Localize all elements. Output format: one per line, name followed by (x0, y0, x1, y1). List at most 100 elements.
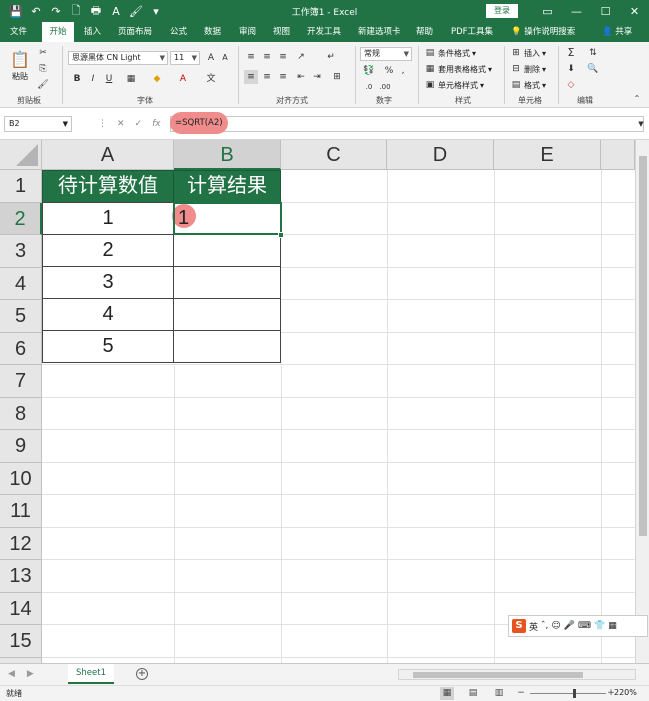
emoji-icon[interactable]: ☺ (551, 621, 560, 631)
vertical-scrollbar[interactable] (635, 140, 649, 663)
row-header[interactable]: 8 (0, 397, 42, 430)
row-header[interactable]: 4 (0, 267, 42, 300)
cell-a4[interactable]: 3 (42, 266, 174, 299)
tab-data[interactable]: 数据 (204, 22, 221, 42)
next-sheet-icon[interactable]: ▶ (27, 669, 34, 679)
row-header[interactable]: 11 (0, 495, 42, 528)
keyboard-icon[interactable]: ⌨ (578, 621, 591, 631)
align-left-icon[interactable]: ≡ (244, 70, 258, 84)
minimize-icon[interactable]: — (562, 0, 591, 22)
phonetic-icon[interactable]: 文 (204, 72, 218, 86)
autosum-icon[interactable]: Σ (564, 46, 578, 60)
tab-insert[interactable]: 插入 (84, 22, 101, 42)
align-top-icon[interactable]: ≡ (244, 50, 258, 64)
underline-icon[interactable]: U (102, 72, 116, 86)
cell-b4[interactable] (173, 266, 281, 299)
undo-icon[interactable]: ↶ (28, 3, 44, 19)
zoom-out-icon[interactable]: − (514, 687, 528, 700)
percent-icon[interactable]: % (382, 64, 396, 78)
orientation-icon[interactable]: ↗ (294, 50, 308, 64)
format-painter-icon[interactable]: 🖌 (36, 78, 50, 92)
align-right-icon[interactable]: ≡ (276, 70, 290, 84)
print-icon[interactable]: 🖶 (88, 3, 104, 19)
toolbox-icon[interactable]: ▦ (608, 621, 617, 631)
cell-b1[interactable]: 计算结果 (173, 170, 281, 203)
wrap-text-icon[interactable]: ↵ (324, 50, 338, 64)
paste-button[interactable]: 📋 粘贴 (10, 50, 30, 82)
increase-font-icon[interactable]: A (204, 51, 218, 65)
enter-icon[interactable]: ✓ (135, 116, 143, 132)
tab-developer[interactable]: 开发工具 (307, 22, 341, 42)
normal-view-icon[interactable]: ▦ (440, 687, 454, 700)
insert-cells-button[interactable]: ⊞ 插入 ▾ (510, 47, 546, 59)
tab-help[interactable]: 帮助 (416, 22, 433, 42)
column-header-b[interactable]: B (174, 140, 281, 170)
tab-page-layout[interactable]: 页面布局 (118, 22, 152, 42)
prev-sheet-icon[interactable]: ◀ (8, 669, 15, 679)
tab-view[interactable]: 视图 (273, 22, 290, 42)
italic-icon[interactable]: I (86, 72, 100, 86)
font-color-icon[interactable]: A (108, 3, 124, 19)
page-layout-view-icon[interactable]: ▤ (466, 687, 480, 700)
copy-icon[interactable]: ⎘ (36, 62, 50, 76)
select-all-button[interactable] (0, 140, 42, 170)
tab-new-tab[interactable]: 新建选项卡 (358, 22, 401, 42)
font-name-select[interactable]: 思源黑体 CN Light ▼ (68, 51, 168, 65)
formula-input[interactable] (170, 116, 644, 132)
vertical-scroll-thumb[interactable] (639, 156, 647, 536)
find-select-icon[interactable]: 🔍 (586, 62, 600, 76)
cell-b6[interactable] (173, 330, 281, 363)
column-header-c[interactable]: C (281, 140, 387, 170)
column-header-d[interactable]: D (387, 140, 494, 170)
zoom-slider[interactable] (530, 693, 606, 694)
zoom-slider-thumb[interactable] (573, 689, 576, 698)
page-break-view-icon[interactable]: ▥ (492, 687, 506, 700)
cell-b3[interactable] (173, 234, 281, 267)
tab-pdf-tools[interactable]: PDF工具集 (451, 22, 493, 42)
format-as-table-button[interactable]: ▦ 套用表格格式 ▾ (424, 63, 492, 75)
fill-handle[interactable] (278, 232, 284, 238)
cell-a5[interactable]: 4 (42, 298, 174, 331)
column-header-e[interactable]: E (494, 140, 601, 170)
row-header[interactable]: 13 (0, 560, 42, 593)
maximize-icon[interactable]: ☐ (591, 0, 620, 22)
cell-styles-button[interactable]: ▣ 单元格样式 ▾ (424, 79, 484, 91)
align-bottom-icon[interactable]: ≡ (276, 50, 290, 64)
merge-center-icon[interactable]: ⊞ (330, 70, 344, 84)
tab-formulas[interactable]: 公式 (170, 22, 187, 42)
bold-icon[interactable]: B (70, 72, 84, 86)
row-header[interactable]: 6 (0, 332, 42, 365)
fill-icon[interactable]: ⬇ (564, 62, 578, 76)
close-icon[interactable]: ✕ (620, 0, 649, 22)
row-header[interactable]: 14 (0, 592, 42, 625)
name-box[interactable]: B2 ▼ (4, 116, 72, 132)
number-format-select[interactable]: 常规 ▼ (360, 47, 412, 61)
new-file-icon[interactable]: 🗋 (68, 3, 84, 19)
comma-style-icon[interactable]: , (396, 64, 410, 78)
clear-icon[interactable]: ◇ (564, 78, 578, 92)
row-header[interactable]: 15 (0, 625, 42, 658)
row-header[interactable]: 7 (0, 365, 42, 398)
conditional-format-button[interactable]: ▤ 条件格式 ▾ (424, 47, 476, 59)
column-header-f[interactable] (601, 140, 635, 170)
sort-filter-icon[interactable]: ⇅ (586, 46, 600, 60)
worksheet-grid[interactable]: A B C D E 12345678910111213141516 待计算数值 … (0, 140, 649, 663)
decrease-indent-icon[interactable]: ⇤ (294, 70, 308, 84)
border-icon[interactable]: ▦ (124, 72, 138, 86)
skin-icon[interactable]: 👕 (594, 621, 605, 631)
row-header[interactable]: 5 (0, 300, 42, 333)
ime-toolbar[interactable]: S 英 ˆ, ☺ 🎤 ⌨ 👕 ▦ (508, 615, 648, 637)
login-button[interactable]: 登录 (486, 4, 518, 18)
tell-me-search[interactable]: 💡 操作说明搜索 (511, 22, 575, 42)
font-size-select[interactable]: 11 ▼ (170, 51, 200, 65)
row-header[interactable]: 3 (0, 235, 42, 268)
add-sheet-icon[interactable]: + (136, 668, 148, 680)
insert-function-icon[interactable]: fx (152, 116, 161, 132)
align-middle-icon[interactable]: ≡ (260, 50, 274, 64)
row-header[interactable]: 2 (0, 202, 42, 235)
ime-language[interactable]: 英 (529, 620, 538, 633)
customize-qat-icon[interactable]: ▾ (148, 3, 164, 19)
horizontal-scroll-thumb[interactable] (413, 672, 583, 678)
expand-formula-icon[interactable]: ▼ (634, 117, 648, 131)
column-header-a[interactable]: A (42, 140, 174, 170)
